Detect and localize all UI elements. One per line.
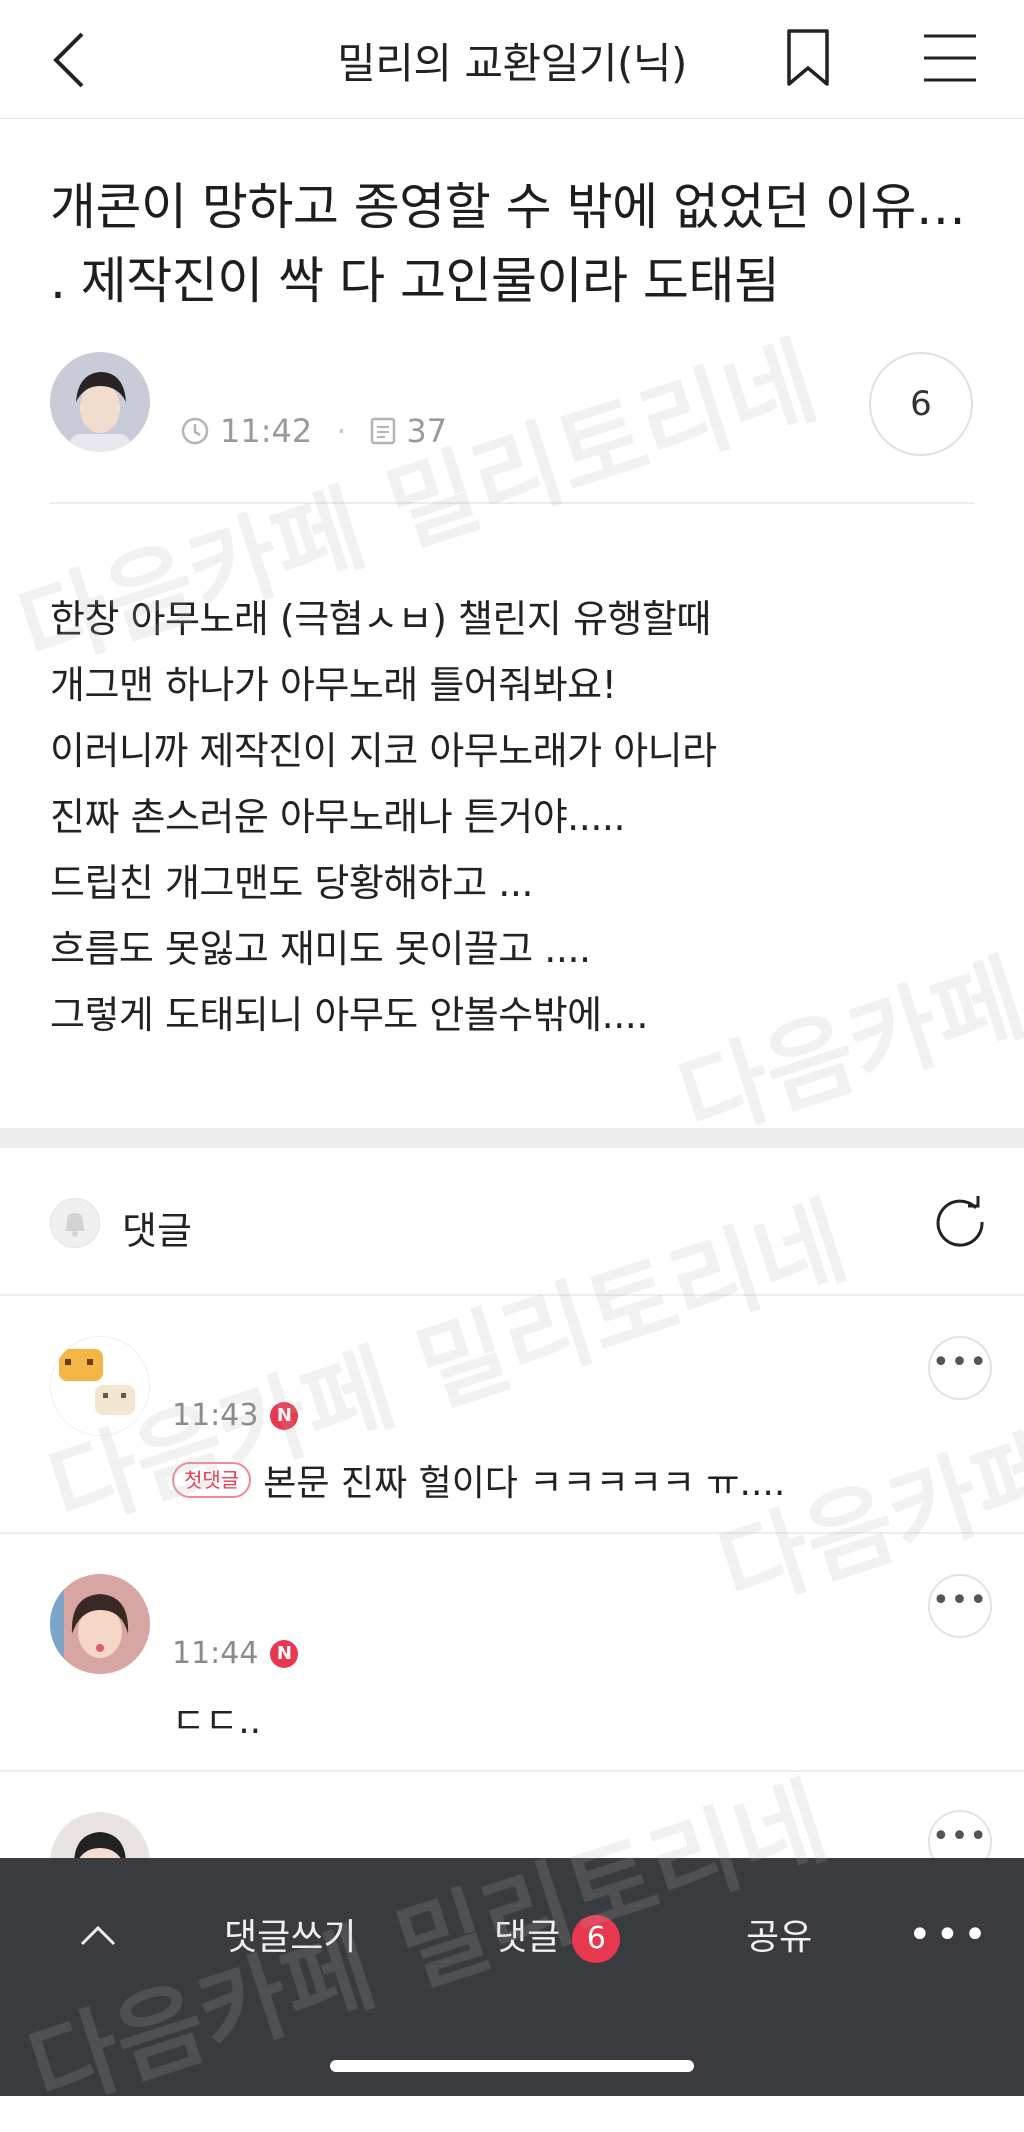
body-line: 개그맨 하나가 아무노래 틀어줘봐요! (50, 663, 617, 707)
comment-item: 11:43 N 첫댓글 본문 진짜 헐이다 ㅋㅋㅋㅋㅋ ㅠ.... ••• (0, 1296, 1024, 1534)
body-line: 드립친 개그맨도 당황해하고 ... (50, 861, 534, 905)
first-comment-badge: 첫댓글 (172, 1462, 252, 1498)
refresh-icon[interactable] (932, 1192, 988, 1248)
comment-text: ㄷㄷ.. (172, 1701, 262, 1742)
post-title-line: . 제작진이 싹 다 고인물이라 도태됨 (50, 252, 780, 310)
comments-button-label: 댓글 (494, 1917, 561, 1958)
author-avatar[interactable] (50, 352, 150, 452)
bell-icon[interactable] (50, 1198, 100, 1248)
view-count: 37 (406, 412, 448, 450)
more-dots-icon[interactable]: ••• (928, 1574, 992, 1638)
comment-time: 11:43 N (172, 1398, 299, 1433)
comment-item: 11:44 N ㄷㄷ.. ••• (0, 1534, 1024, 1772)
meta-separator: · (336, 412, 347, 450)
new-badge: N (270, 1639, 299, 1668)
more-dots-icon[interactable]: ••• (928, 1336, 992, 1400)
commenter-avatar[interactable] (50, 1574, 150, 1674)
hamburger-menu-icon[interactable] (922, 32, 978, 84)
body-line: 흐름도 못잃고 재미도 못이끌고 .... (50, 927, 591, 971)
comment-content: ㄷㄷ.. (172, 1692, 261, 1744)
comments-button[interactable]: 댓글 6 (494, 1908, 621, 1963)
new-badge: N (270, 1401, 299, 1430)
comment-time-text: 11:44 (172, 1636, 259, 1671)
document-icon (371, 417, 396, 445)
body-line: 그렇게 도태되니 아무도 안볼수밖에.... (50, 993, 648, 1037)
bookmark-icon[interactable] (786, 28, 830, 88)
section-separator (0, 1128, 1024, 1148)
post-time: 11:42 (220, 412, 313, 450)
comments-count-badge: 6 (572, 1915, 621, 1963)
write-comment-button[interactable]: 댓글쓰기 (224, 1908, 356, 1960)
top-app-bar: 밀리의 교환일기(닉) (0, 0, 1024, 119)
comment-text: 본문 진짜 헐이다 ㅋㅋㅋㅋㅋ ㅠ.... (263, 1463, 786, 1504)
comment-time: 11:44 N (172, 1636, 299, 1671)
clock-icon (181, 417, 209, 445)
home-indicator (330, 2060, 694, 2072)
body-line: 한창 아무노래 (극혐ㅅㅂ) 챌린지 유행할때 (50, 597, 711, 641)
post-body: 한창 아무노래 (극혐ㅅㅂ) 챌린지 유행할때 개그맨 하나가 아무노래 틀어줘… (50, 586, 980, 1048)
divider (50, 502, 974, 504)
cafe-board-title: 밀리의 교환일기(닉) (337, 39, 687, 88)
commenter-avatar[interactable] (50, 1336, 150, 1436)
comments-header: 댓글 (0, 1148, 1024, 1296)
body-line: 진짜 촌스러운 아무노래나 튼거야..... (50, 795, 626, 839)
chevron-up-icon[interactable] (78, 1916, 118, 1956)
more-dots-icon[interactable]: ••• (908, 1912, 991, 1958)
body-line: 이러니까 제작진이 지코 아무노래가 아니라 (50, 729, 717, 773)
share-button[interactable]: 공유 (746, 1908, 812, 1960)
post-meta: 11:42 · 37 (180, 412, 447, 450)
comment-time-text: 11:43 (172, 1398, 259, 1433)
comment-count-button[interactable]: 6 (869, 352, 973, 456)
comment-content: 첫댓글 본문 진짜 헐이다 ㅋㅋㅋㅋㅋ ㅠ.... (172, 1454, 785, 1506)
post-title: 개콘이 망하고 종영할 수 밖에 없었던 이유… . 제작진이 싹 다 고인물이… (50, 170, 980, 318)
comments-label: 댓글 (122, 1209, 192, 1253)
post-title-line: 개콘이 망하고 종영할 수 밖에 없었던 이유… (50, 178, 966, 236)
